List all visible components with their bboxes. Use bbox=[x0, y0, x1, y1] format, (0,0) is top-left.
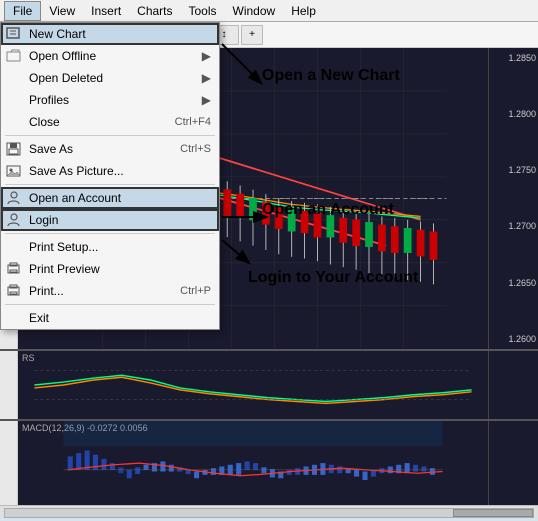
price-5: 1.2650 bbox=[491, 278, 536, 288]
menu-open-account[interactable]: Open an Account bbox=[1, 187, 219, 209]
price-2: 1.2800 bbox=[491, 109, 536, 119]
open-deleted-arrow: ▶ bbox=[202, 71, 211, 85]
menu-file[interactable]: File bbox=[4, 1, 41, 21]
price-6: 1.2600 bbox=[491, 334, 536, 344]
macd-chart[interactable]: MACD(12,26,9) -0.0272 0.0056 bbox=[18, 421, 488, 505]
print-shortcut: Ctrl+P bbox=[180, 285, 211, 297]
sep2 bbox=[5, 184, 215, 185]
login-label: Login bbox=[29, 213, 58, 227]
menu-print[interactable]: Print... Ctrl+P bbox=[1, 280, 219, 302]
menu-close[interactable]: Close Ctrl+F4 bbox=[1, 111, 219, 133]
print-preview-label: Print Preview bbox=[29, 262, 100, 276]
menu-login[interactable]: Login bbox=[1, 209, 219, 231]
menu-tools[interactable]: Tools bbox=[181, 2, 225, 20]
menu-profiles[interactable]: Profiles ▶ bbox=[1, 89, 219, 111]
rsi-label: RS bbox=[22, 353, 35, 363]
open-offline-arrow: ▶ bbox=[202, 49, 211, 63]
menu-print-setup[interactable]: Print Setup... bbox=[1, 236, 219, 258]
sep4 bbox=[5, 304, 215, 305]
save-picture-icon bbox=[5, 163, 23, 179]
menu-open-offline[interactable]: Open Offline ▶ bbox=[1, 45, 219, 67]
print-label: Print... bbox=[29, 284, 64, 298]
exit-label: Exit bbox=[29, 311, 49, 325]
price-4: 1.2700 bbox=[491, 221, 536, 231]
menu-exit[interactable]: Exit bbox=[1, 307, 219, 329]
menu-bar: File View Insert Charts Tools Window Hel… bbox=[0, 0, 538, 22]
save-as-label: Save As bbox=[29, 142, 73, 156]
price-3: 1.2750 bbox=[491, 165, 536, 175]
login-icon bbox=[5, 212, 23, 228]
save-as-shortcut: Ctrl+S bbox=[180, 143, 211, 155]
new-chart-label: New Chart bbox=[29, 27, 86, 41]
profiles-label: Profiles bbox=[29, 93, 69, 107]
close-shortcut: Ctrl+F4 bbox=[175, 116, 211, 128]
open-account-icon bbox=[5, 190, 23, 206]
sep3 bbox=[5, 233, 215, 234]
menu-save-picture[interactable]: Save As Picture... bbox=[1, 160, 219, 182]
close-label: Close bbox=[29, 115, 60, 129]
profiles-arrow: ▶ bbox=[202, 93, 211, 107]
print-preview-icon bbox=[5, 261, 23, 277]
rsi-area: RS bbox=[0, 349, 538, 419]
menu-view[interactable]: View bbox=[41, 2, 83, 20]
menu-charts[interactable]: Charts bbox=[129, 2, 180, 20]
sep1 bbox=[5, 135, 215, 136]
rsi-axis bbox=[488, 351, 538, 419]
macd-area: MACD(12,26,9) -0.0272 0.0056 bbox=[0, 419, 538, 505]
save-as-icon bbox=[5, 141, 23, 157]
macd-axis bbox=[488, 421, 538, 505]
menu-save-as[interactable]: Save As Ctrl+S bbox=[1, 138, 219, 160]
new-chart-icon bbox=[5, 26, 23, 42]
menu-insert[interactable]: Insert bbox=[83, 2, 129, 20]
save-picture-label: Save As Picture... bbox=[29, 164, 124, 178]
open-deleted-label: Open Deleted bbox=[29, 71, 103, 85]
rsi-chart[interactable]: RS bbox=[18, 351, 488, 419]
price-axis: 1.2850 1.2800 1.2750 1.2700 1.2650 1.260… bbox=[488, 48, 538, 349]
menu-new-chart[interactable]: New Chart bbox=[1, 23, 219, 45]
menu-open-deleted[interactable]: Open Deleted ▶ bbox=[1, 67, 219, 89]
print-icon bbox=[5, 283, 23, 299]
print-setup-label: Print Setup... bbox=[29, 240, 98, 254]
open-offline-label: Open Offline bbox=[29, 49, 96, 63]
menu-window[interactable]: Window bbox=[225, 2, 284, 20]
toolbar-b6[interactable]: + bbox=[241, 25, 263, 45]
menu-print-preview[interactable]: Print Preview bbox=[1, 258, 219, 280]
price-1: 1.2850 bbox=[491, 53, 536, 63]
file-dropdown-menu: New Chart Open Offline ▶ Open Deleted ▶ … bbox=[0, 22, 220, 330]
scrollbar[interactable] bbox=[0, 505, 538, 519]
open-account-label: Open an Account bbox=[29, 191, 121, 205]
menu-help[interactable]: Help bbox=[283, 2, 324, 20]
open-offline-icon bbox=[5, 48, 23, 64]
